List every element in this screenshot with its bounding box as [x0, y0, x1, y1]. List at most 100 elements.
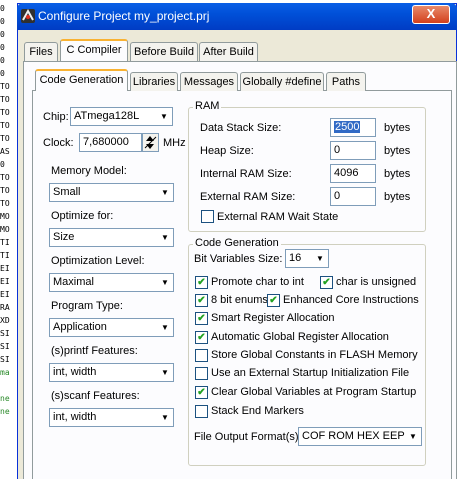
sprintf-select[interactable]: int, width ▼ [49, 363, 174, 382]
tab-c-compiler[interactable]: C Compiler [60, 39, 128, 61]
external-ram-input[interactable]: 0 [330, 187, 376, 206]
file-output-value: COF ROM HEX EEP [302, 430, 405, 442]
code-line: TO [0, 82, 10, 91]
code-generation-group-title: Code Generation [193, 237, 281, 249]
optimization-level-label: Optimization Level: [51, 255, 145, 267]
bytes-label: bytes [384, 122, 411, 134]
store-constants-flash-checkbox[interactable] [195, 349, 208, 362]
enhanced-core-label: Enhanced Core Instructions [283, 294, 419, 306]
sprintf-value: int, width [53, 366, 97, 378]
code-line: EI [0, 290, 10, 299]
smart-register-checkbox[interactable]: ✔ [195, 312, 208, 325]
code-line: TO [0, 121, 10, 130]
code-line: TO [0, 108, 10, 117]
chip-select[interactable]: ATmega128L ▼ [70, 107, 173, 126]
internal-ram-input[interactable]: 4096 [330, 164, 376, 183]
tab-messages[interactable]: Messages [180, 72, 238, 91]
data-stack-value: 2500 [334, 121, 361, 133]
ram-group-title: RAM [193, 100, 222, 112]
code-line: 0 [0, 4, 5, 13]
code-line: EI [0, 264, 10, 273]
tab-paths[interactable]: Paths [326, 72, 366, 91]
clock-spinner[interactable] [142, 133, 159, 152]
bit-variables-label: Bit Variables Size: [194, 253, 283, 265]
app-icon [20, 8, 36, 24]
code-line: SI [0, 342, 10, 351]
bytes-label: bytes [384, 168, 411, 180]
file-output-label: File Output Format(s): [194, 431, 302, 443]
code-line: TO [0, 173, 10, 182]
code-line: TO [0, 134, 10, 143]
wait-state-label: External RAM Wait State [217, 211, 339, 223]
code-line: ne [0, 394, 10, 403]
close-button[interactable]: X [412, 5, 450, 24]
spinner-arrows-icon [144, 136, 157, 149]
optimization-level-select[interactable]: Maximal ▼ [49, 273, 174, 292]
clear-globals-checkbox[interactable]: ✔ [195, 386, 208, 399]
tab-after-build[interactable]: After Build [199, 42, 258, 61]
8bit-enums-checkbox[interactable]: ✔ [195, 294, 208, 307]
code-line: 0 [0, 30, 5, 39]
promote-char-label: Promote char to int [211, 276, 304, 288]
background-code-strip: 0 0 0 0 0 0 TO TO TO TO TO AS 0 TO TO TO… [0, 0, 18, 479]
file-output-select[interactable]: COF ROM HEX EEP ▼ [298, 427, 422, 446]
code-line: SI [0, 355, 10, 364]
code-line: TI [0, 251, 10, 260]
code-line: MO [0, 225, 10, 234]
sprintf-label: (s)printf Features: [51, 345, 138, 357]
data-stack-input[interactable]: 2500 [330, 118, 376, 137]
tab-globally-define[interactable]: Globally #define [240, 72, 324, 91]
optimize-for-select[interactable]: Size ▼ [49, 228, 174, 247]
enhanced-core-checkbox[interactable]: ✔ [267, 294, 280, 307]
code-line: MO [0, 212, 10, 221]
memory-model-select[interactable]: Small ▼ [49, 183, 174, 202]
code-line: SI [0, 329, 10, 338]
bytes-label: bytes [384, 145, 411, 157]
heap-input[interactable]: 0 [330, 141, 376, 160]
8bit-enums-label: 8 bit enums [211, 294, 268, 306]
auto-global-register-label: Automatic Global Register Allocation [211, 331, 389, 343]
chevron-down-icon: ▼ [316, 254, 324, 263]
char-unsigned-label: char is unsigned [336, 276, 417, 288]
char-unsigned-checkbox[interactable]: ✔ [320, 276, 333, 289]
clock-label: Clock: [43, 137, 74, 149]
code-line: TO [0, 199, 10, 208]
external-startup-checkbox[interactable] [195, 367, 208, 380]
code-line: 0 [0, 17, 5, 26]
bit-variables-select[interactable]: 16 ▼ [285, 249, 329, 268]
stack-end-markers-checkbox[interactable] [195, 405, 208, 418]
chip-label: Chip: [43, 111, 69, 123]
auto-global-register-checkbox[interactable]: ✔ [195, 331, 208, 344]
external-ram-label: External RAM Size: [200, 191, 296, 203]
code-line: RA [0, 303, 10, 312]
optimize-for-label: Optimize for: [51, 210, 114, 222]
data-stack-label: Data Stack Size: [200, 122, 282, 134]
promote-char-checkbox[interactable]: ✔ [195, 276, 208, 289]
tab-files[interactable]: Files [24, 42, 58, 61]
chevron-down-icon: ▼ [161, 233, 169, 242]
chevron-down-icon: ▼ [161, 323, 169, 332]
tab-code-generation[interactable]: Code Generation [35, 69, 128, 91]
internal-ram-label: Internal RAM Size: [200, 168, 292, 180]
window-title: Configure Project my_project.prj [38, 9, 210, 23]
code-line: 0 [0, 56, 5, 65]
chip-value: ATmega128L [74, 110, 140, 122]
tab-before-build[interactable]: Before Build [130, 42, 198, 61]
heap-label: Heap Size: [200, 145, 254, 157]
code-line: 0 [0, 160, 5, 169]
store-constants-flash-label: Store Global Constants in FLASH Memory [211, 349, 418, 361]
clock-input[interactable]: 7,680000 [79, 133, 142, 152]
memory-model-label: Memory Model: [51, 165, 127, 177]
chevron-down-icon: ▼ [161, 188, 169, 197]
bytes-label: bytes [384, 191, 411, 203]
program-type-value: Application [53, 321, 107, 333]
smart-register-label: Smart Register Allocation [211, 312, 335, 324]
chevron-down-icon: ▼ [161, 413, 169, 422]
wait-state-checkbox[interactable] [201, 210, 214, 223]
program-type-select[interactable]: Application ▼ [49, 318, 174, 337]
tab-libraries[interactable]: Libraries [130, 72, 178, 91]
sscanf-select[interactable]: int, width ▼ [49, 408, 174, 427]
code-line: ma [0, 368, 10, 377]
stack-end-markers-label: Stack End Markers [211, 405, 304, 417]
code-line: 0 [0, 43, 5, 52]
